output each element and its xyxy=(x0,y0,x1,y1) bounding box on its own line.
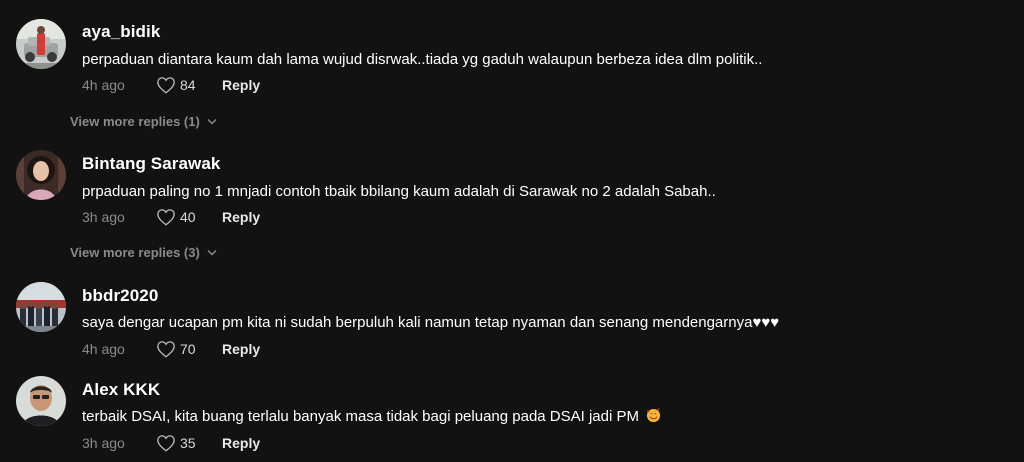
comment-text: perpaduan diantara kaum dah lama wujud d… xyxy=(82,51,763,68)
chevron-down-icon xyxy=(207,118,217,125)
comment-timestamp: 3h ago xyxy=(82,435,125,451)
avatar-image xyxy=(16,19,66,69)
avatar-image xyxy=(16,150,66,200)
comment-timestamp: 3h ago xyxy=(82,209,125,225)
like-count: 70 xyxy=(180,341,196,357)
comment-username[interactable]: Bintang Sarawak xyxy=(82,154,221,174)
like-button[interactable]: 84 xyxy=(156,75,196,95)
view-more-replies-button[interactable]: View more replies (3) xyxy=(70,245,217,260)
avatar[interactable] xyxy=(16,19,66,69)
smiling-face-with-hearts-icon xyxy=(647,408,661,423)
like-count: 35 xyxy=(180,435,196,451)
avatar-image xyxy=(16,282,66,332)
like-count: 84 xyxy=(180,77,196,93)
comment-timestamp: 4h ago xyxy=(82,341,125,357)
comment-username[interactable]: aya_bidik xyxy=(82,22,160,42)
comment-text-content: terbaik DSAI, kita buang terlalu banyak … xyxy=(82,408,639,425)
comment-list: aya_bidik perpaduan diantara kaum dah la… xyxy=(0,0,1024,462)
heart-outline-icon xyxy=(157,209,175,226)
view-more-replies-label: View more replies (3) xyxy=(70,245,200,260)
comment-username[interactable]: bbdr2020 xyxy=(82,286,158,306)
view-more-replies-button[interactable]: View more replies (1) xyxy=(70,114,217,129)
comment-text: terbaik DSAI, kita buang terlalu banyak … xyxy=(82,408,661,425)
avatar[interactable] xyxy=(16,282,66,332)
avatar[interactable] xyxy=(16,150,66,200)
reply-button[interactable]: Reply xyxy=(222,435,260,451)
avatar[interactable] xyxy=(16,376,66,426)
chevron-down-icon xyxy=(207,249,217,256)
like-count: 40 xyxy=(180,209,196,225)
heart-outline-icon xyxy=(157,435,175,452)
comment-timestamp: 4h ago xyxy=(82,77,125,93)
like-button[interactable]: 40 xyxy=(156,207,196,227)
heart-outline-icon xyxy=(157,341,175,358)
like-button[interactable]: 35 xyxy=(156,433,196,453)
view-more-replies-label: View more replies (1) xyxy=(70,114,200,129)
reply-button[interactable]: Reply xyxy=(222,341,260,357)
comment-text: saya dengar ucapan pm kita ni sudah berp… xyxy=(82,314,780,331)
avatar-image xyxy=(16,376,66,426)
reply-button[interactable]: Reply xyxy=(222,209,260,225)
comment-username[interactable]: Alex KKK xyxy=(82,380,160,400)
reply-button[interactable]: Reply xyxy=(222,77,260,93)
like-button[interactable]: 70 xyxy=(156,339,196,359)
heart-outline-icon xyxy=(157,77,175,94)
comment-text: prpaduan paling no 1 mnjadi contoh tbaik… xyxy=(82,183,716,200)
